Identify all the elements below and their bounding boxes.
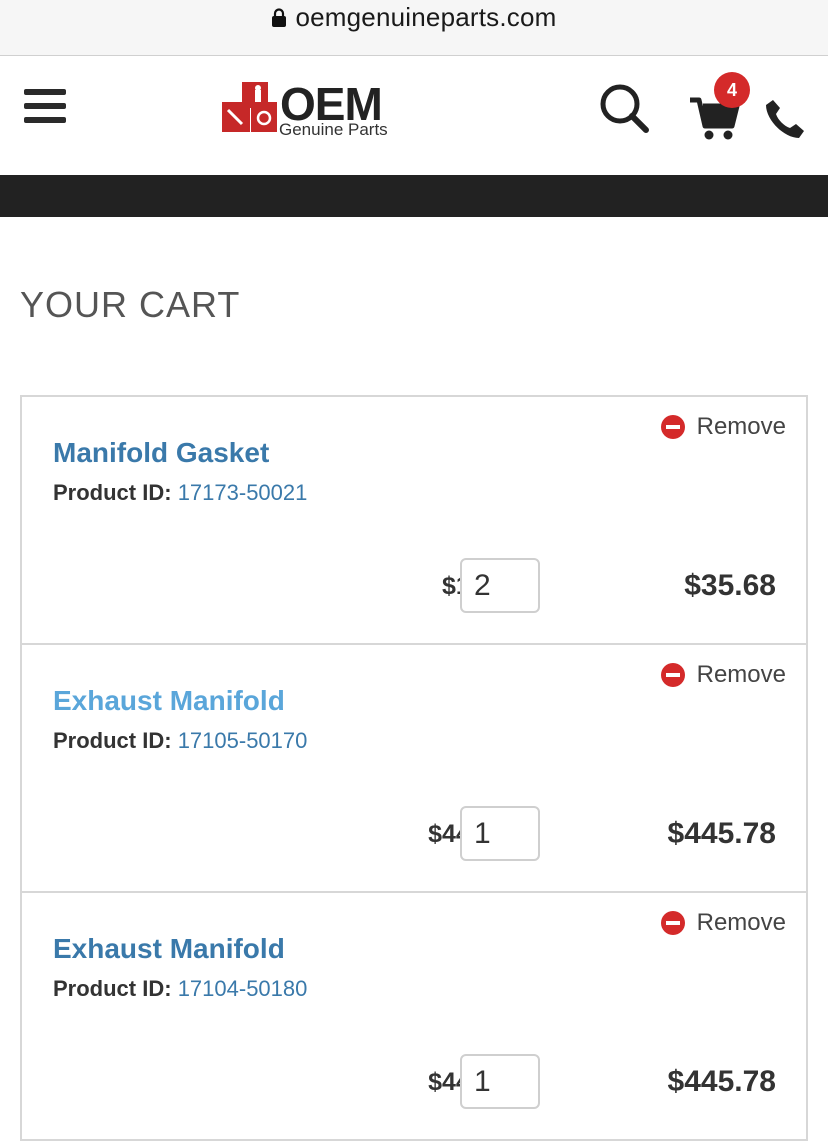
product-id-row: Product ID: 17104-50180 [53, 976, 307, 1002]
quantity-input[interactable]: 2 [460, 558, 540, 613]
product-name-link[interactable]: Manifold Gasket [53, 437, 269, 469]
product-id-value: 17104-50180 [177, 976, 308, 1001]
line-total: $445.78 [667, 817, 776, 850]
cart-item: Remove Exhaust Manifold Product ID: 1710… [22, 645, 806, 893]
remove-label: Remove [696, 661, 786, 688]
remove-button[interactable]: Remove [660, 909, 786, 937]
remove-icon [660, 663, 685, 687]
remove-label: Remove [696, 909, 786, 936]
product-id-value: 17105-50170 [177, 728, 308, 753]
cart-item: Remove Manifold Gasket Product ID: 17173… [22, 397, 806, 645]
product-id-row: Product ID: 17105-50170 [53, 728, 307, 754]
site-header: OEM Genuine Parts 4 [0, 56, 828, 174]
cart-item-list: Remove Manifold Gasket Product ID: 17173… [20, 395, 808, 1141]
hamburger-menu-icon[interactable] [24, 89, 66, 127]
product-name-link[interactable]: Exhaust Manifold [53, 933, 285, 965]
quantity-input[interactable]: 1 [460, 806, 540, 861]
product-id-row: Product ID: 17173-50021 [53, 480, 307, 506]
quantity-input[interactable]: 1 [460, 1054, 540, 1109]
url-text: oemgenuineparts.com [295, 2, 557, 32]
product-id-label: Product ID: [53, 480, 172, 505]
browser-url-bar[interactable]: oemgenuineparts.com [0, 0, 828, 56]
logo-parts-icon [222, 82, 277, 132]
url-display[interactable]: oemgenuineparts.com [271, 2, 556, 33]
cart-item: Remove Exhaust Manifold Product ID: 1710… [22, 893, 806, 1141]
line-total: $35.68 [684, 569, 776, 602]
remove-label: Remove [696, 413, 786, 440]
product-name-link[interactable]: Exhaust Manifold [53, 685, 285, 717]
phone-icon[interactable] [764, 98, 806, 140]
lock-icon [272, 7, 287, 27]
remove-button[interactable]: Remove [660, 413, 786, 441]
remove-icon [660, 911, 685, 935]
page-title: YOUR CART [20, 284, 241, 325]
remove-button[interactable]: Remove [660, 661, 786, 689]
logo-subtext: Genuine Parts [279, 120, 388, 139]
line-total: $445.78 [667, 1065, 776, 1098]
nav-bar [0, 175, 828, 217]
product-id-label: Product ID: [53, 976, 172, 1001]
product-id-label: Product ID: [53, 728, 172, 753]
remove-icon [660, 415, 685, 439]
cart-count-badge: 4 [714, 72, 750, 108]
search-icon[interactable] [598, 82, 650, 134]
product-id-value: 17173-50021 [177, 480, 308, 505]
site-logo[interactable]: OEM Genuine Parts [222, 80, 402, 140]
